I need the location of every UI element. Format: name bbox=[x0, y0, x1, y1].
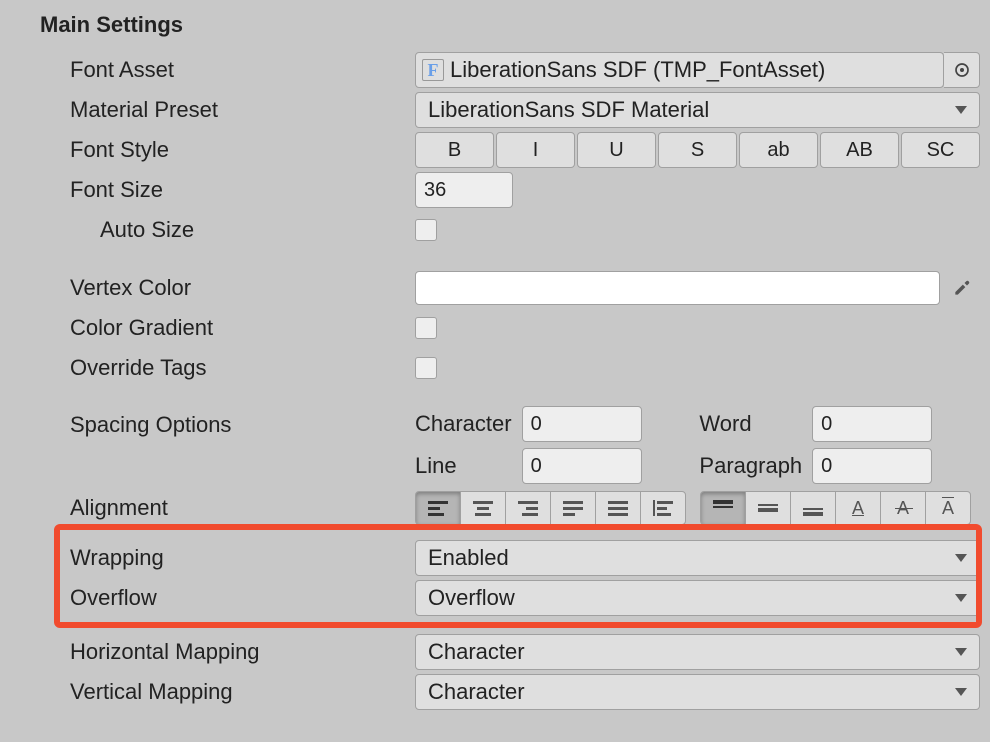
override-tags-checkbox[interactable] bbox=[415, 357, 437, 379]
valign-top-icon bbox=[711, 498, 735, 518]
label-v-mapping: Vertical Mapping bbox=[70, 679, 415, 705]
h-mapping-dropdown[interactable]: Character bbox=[415, 634, 980, 670]
align-left-button[interactable] bbox=[415, 491, 461, 525]
row-font-asset: Font Asset F LiberationSans SDF (TMP_Fon… bbox=[0, 50, 990, 90]
label-wrapping: Wrapping bbox=[70, 545, 415, 571]
row-font-size: Font Size 36 bbox=[0, 170, 990, 210]
vertex-color-field[interactable] bbox=[415, 271, 940, 305]
caret-down-icon bbox=[955, 648, 967, 656]
row-h-mapping: Horizontal Mapping Character bbox=[0, 632, 990, 672]
font-size-input[interactable]: 36 bbox=[415, 172, 513, 208]
spacing-line-input[interactable]: 0 bbox=[522, 448, 642, 484]
material-preset-dropdown[interactable]: LiberationSans SDF Material bbox=[415, 92, 980, 128]
caret-down-icon bbox=[955, 594, 967, 602]
color-gradient-checkbox[interactable] bbox=[415, 317, 437, 339]
align-left-icon bbox=[426, 498, 450, 518]
overflow-value: Overflow bbox=[428, 585, 515, 611]
style-italic-button[interactable]: I bbox=[496, 132, 575, 168]
row-material-preset: Material Preset LiberationSans SDF Mater… bbox=[0, 90, 990, 130]
align-justify-icon bbox=[561, 498, 585, 518]
row-alignment: Alignment bbox=[0, 488, 990, 528]
h-mapping-value: Character bbox=[428, 639, 525, 665]
label-spacing-word: Word bbox=[699, 411, 802, 437]
wrapping-value: Enabled bbox=[428, 545, 509, 571]
row-override-tags: Override Tags bbox=[0, 348, 990, 388]
valign-top-button[interactable] bbox=[700, 491, 746, 525]
v-mapping-dropdown[interactable]: Character bbox=[415, 674, 980, 710]
label-font-asset: Font Asset bbox=[70, 57, 415, 83]
style-lowercase-button[interactable]: ab bbox=[739, 132, 818, 168]
label-override-tags: Override Tags bbox=[70, 355, 415, 381]
row-vertex-color: Vertex Color bbox=[0, 268, 990, 308]
spacing-character-input[interactable]: 0 bbox=[522, 406, 642, 442]
label-auto-size: Auto Size bbox=[100, 217, 415, 243]
label-vertex-color: Vertex Color bbox=[70, 275, 415, 301]
row-spacing: Spacing Options Character 0 Word 0 Line … bbox=[0, 406, 990, 488]
valign-bottom-icon bbox=[801, 498, 825, 518]
eyedropper-icon bbox=[952, 278, 972, 298]
baseline-icon: A bbox=[852, 498, 864, 519]
row-wrapping: Wrapping Enabled bbox=[0, 538, 990, 578]
caret-down-icon bbox=[955, 554, 967, 562]
style-uppercase-button[interactable]: AB bbox=[820, 132, 899, 168]
caret-down-icon bbox=[955, 106, 967, 114]
alignment-buttons: A A A bbox=[415, 491, 980, 525]
font-asset-field[interactable]: F LiberationSans SDF (TMP_FontAsset) bbox=[415, 52, 944, 88]
style-underline-button[interactable]: U bbox=[577, 132, 656, 168]
capline-icon: A bbox=[942, 498, 954, 519]
inspector-panel: Main Settings Font Asset F LiberationSan… bbox=[0, 0, 990, 712]
align-geometry-button[interactable] bbox=[640, 491, 686, 525]
valign-capline-button[interactable]: A bbox=[925, 491, 971, 525]
row-font-style: Font Style B I U S ab AB SC bbox=[0, 130, 990, 170]
row-auto-size: Auto Size bbox=[0, 210, 990, 250]
align-flush-icon bbox=[606, 498, 630, 518]
align-justify-button[interactable] bbox=[550, 491, 596, 525]
valign-middle-icon bbox=[756, 498, 780, 518]
row-overflow: Overflow Overflow bbox=[0, 578, 990, 618]
wrapping-dropdown[interactable]: Enabled bbox=[415, 540, 980, 576]
label-h-mapping: Horizontal Mapping bbox=[70, 639, 415, 665]
spacing-word-input[interactable]: 0 bbox=[812, 406, 932, 442]
label-color-gradient: Color Gradient bbox=[70, 315, 415, 341]
align-right-icon bbox=[516, 498, 540, 518]
valign-bottom-button[interactable] bbox=[790, 491, 836, 525]
row-v-mapping: Vertical Mapping Character bbox=[0, 672, 990, 712]
label-font-size: Font Size bbox=[70, 177, 415, 203]
object-picker-button[interactable] bbox=[944, 52, 980, 88]
spacing-paragraph-input[interactable]: 0 bbox=[812, 448, 932, 484]
overflow-dropdown[interactable]: Overflow bbox=[415, 580, 980, 616]
valign-midline-button[interactable]: A bbox=[880, 491, 926, 525]
material-preset-value: LiberationSans SDF Material bbox=[428, 97, 709, 123]
eyedropper-button[interactable] bbox=[944, 271, 980, 305]
label-spacing-line: Line bbox=[415, 453, 512, 479]
label-alignment: Alignment bbox=[70, 495, 415, 521]
label-spacing: Spacing Options bbox=[70, 406, 415, 438]
valign-middle-button[interactable] bbox=[745, 491, 791, 525]
style-strike-button[interactable]: S bbox=[658, 132, 737, 168]
label-material-preset: Material Preset bbox=[70, 97, 415, 123]
style-smallcaps-button[interactable]: SC bbox=[901, 132, 980, 168]
align-center-icon bbox=[471, 498, 495, 518]
auto-size-checkbox[interactable] bbox=[415, 219, 437, 241]
row-color-gradient: Color Gradient bbox=[0, 308, 990, 348]
align-right-button[interactable] bbox=[505, 491, 551, 525]
label-font-style: Font Style bbox=[70, 137, 415, 163]
font-style-buttons: B I U S ab AB SC bbox=[415, 132, 980, 168]
font-asset-icon: F bbox=[422, 59, 444, 81]
align-geometry-icon bbox=[651, 498, 675, 518]
label-spacing-paragraph: Paragraph bbox=[699, 453, 802, 479]
caret-down-icon bbox=[955, 688, 967, 696]
label-overflow: Overflow bbox=[70, 585, 415, 611]
style-bold-button[interactable]: B bbox=[415, 132, 494, 168]
font-asset-value: LiberationSans SDF (TMP_FontAsset) bbox=[450, 57, 825, 83]
target-icon bbox=[954, 62, 970, 78]
align-flush-button[interactable] bbox=[595, 491, 641, 525]
midline-icon: A bbox=[897, 498, 909, 519]
valign-baseline-button[interactable]: A bbox=[835, 491, 881, 525]
align-center-button[interactable] bbox=[460, 491, 506, 525]
v-mapping-value: Character bbox=[428, 679, 525, 705]
label-spacing-character: Character bbox=[415, 411, 512, 437]
section-title: Main Settings bbox=[0, 12, 990, 38]
